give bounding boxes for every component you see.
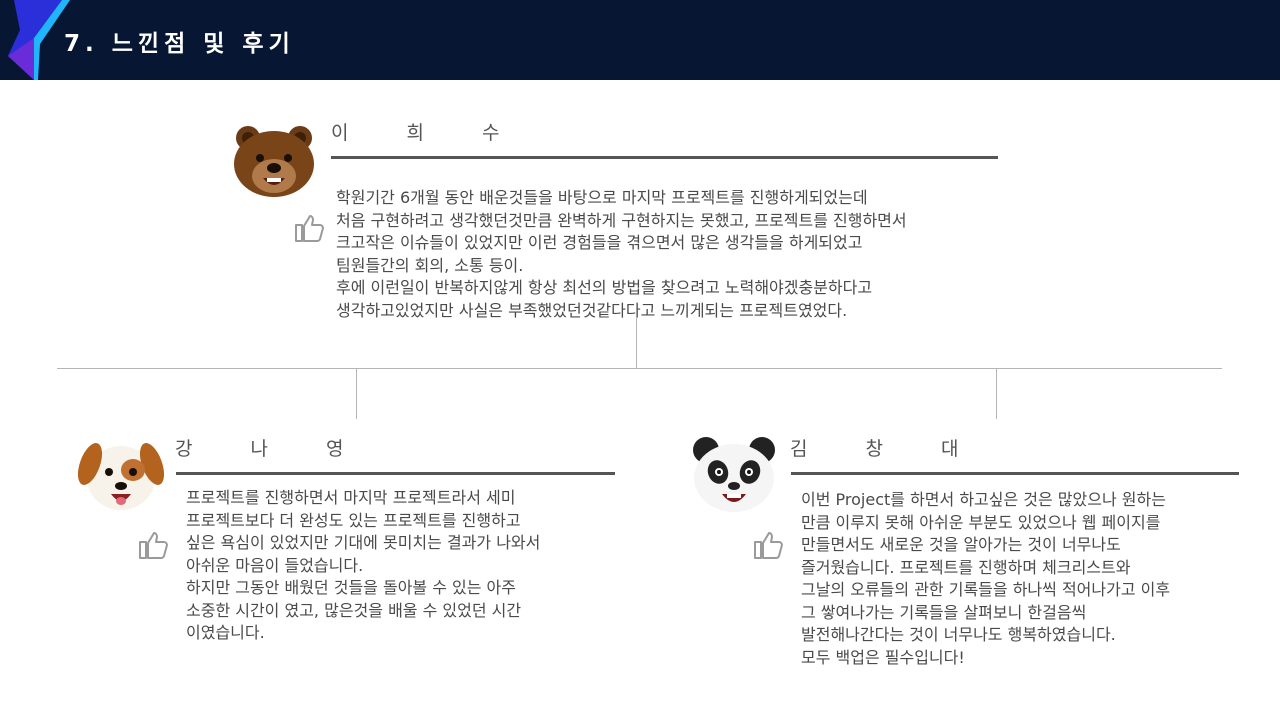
review-line: 만큼 이루지 못해 아쉬운 부분도 있었으나 웹 페이지를 [801, 512, 1161, 532]
thumbs-up-icon [139, 532, 168, 559]
review-line: 학원기간 6개월 동안 배운것들을 바탕으로 마지막 프로젝트를 진행하게되었는… [336, 188, 868, 207]
reviewer-name: 이 희 수 [331, 122, 526, 144]
review-line: 발전해나간다는 것이 너무나도 행복하였습니다. [801, 625, 1116, 644]
review-line: 후에 이런일이 반복하지않게 항상 최선의 방법을 찾으려고 노력해야겠충분하다… [336, 278, 873, 297]
review-line: 프로젝트를 진행하면서 마지막 프로젝트라서 세미 [186, 488, 516, 507]
logo-chevron-icon [8, 0, 70, 80]
review-line: 이였습니다. [186, 623, 265, 642]
review-text: 학원기간 6개월 동안 배운것들을 바탕으로 마지막 프로젝트를 진행하게되었는… [336, 187, 907, 322]
review-line: 싶은 욕심이 있었지만 기대에 못미치는 결과가 나와서 [186, 533, 541, 552]
connector-horizontal [57, 368, 1222, 369]
connector-vertical-top [636, 318, 637, 368]
review-line: 생각하고있었지만 사실은 부족했었던것같다다고 느끼게되는 프로젝트였었다. [336, 300, 848, 320]
review-line: 아쉬운 마음이 들었습니다. [186, 555, 364, 575]
page-title: 7. 느낀점 및 후기 [64, 31, 295, 57]
review-line: 크고작은 이슈들이 있었지만 이런 경험들을 겪으면서 많은 생각들을 하게되었… [336, 233, 863, 252]
connector-vertical-right [996, 368, 997, 419]
review-line: 즐거웠습니다. 프로젝트를 진행하며 체크리스트와 [801, 557, 1131, 577]
name-underline [791, 472, 1239, 475]
bear-avatar-icon [234, 126, 314, 197]
name-underline [331, 156, 998, 159]
review-text: 프로젝트를 진행하면서 마지막 프로젝트라서 세미 프로젝트보다 더 완성도 있… [186, 487, 540, 645]
review-line: 그날의 오류들의 관한 기록들을 하나씩 적어나가고 이후 [801, 580, 1171, 599]
review-line: 만들면서도 새로운 것을 알아가는 것이 너무나도 [801, 535, 1121, 554]
name-underline [176, 472, 615, 475]
reviewer-name: 김 창 대 [790, 438, 985, 460]
review-line: 모두 백업은 필수입니다! [801, 647, 965, 667]
reviewer-name: 강 나 영 [175, 438, 370, 460]
slide-header: 7. 느낀점 및 후기 [0, 0, 1280, 80]
panda-avatar-icon [693, 437, 775, 512]
review-line: 이번 Project를 하면서 하고싶은 것은 많았으나 원하는 [801, 490, 1166, 509]
review-line: 소중한 시간이 였고, 많은것을 배울 수 있었던 시간 [186, 600, 522, 620]
thumbs-up-icon [754, 532, 783, 559]
connector-vertical-left [356, 368, 357, 419]
review-line: 팀원들간의 회의, 소통 등이. [336, 255, 524, 275]
thumbs-up-icon [295, 215, 324, 242]
dog-avatar-icon [78, 443, 164, 510]
review-line: 하지만 그동안 배웠던 것들을 돌아볼 수 있는 아주 [186, 578, 517, 597]
review-line: 그 쌓여나가는 기록들을 살펴보니 한걸음씩 [801, 602, 1087, 622]
review-line: 프로젝트보다 더 완성도 있는 프로젝트를 진행하고 [186, 510, 521, 530]
review-line: 처음 구현하려고 생각했던것만큼 완벽하게 구현하지는 못했고, 프로젝트를 진… [336, 210, 907, 230]
review-text: 이번 Project를 하면서 하고싶은 것은 많았으나 원하는 만큼 이루지 … [801, 489, 1170, 669]
